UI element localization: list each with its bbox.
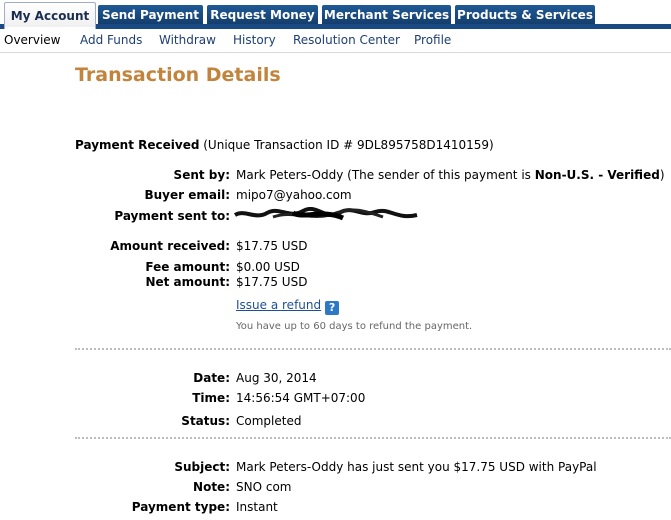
- sender-note-prefix: (The sender of this payment is: [347, 168, 535, 182]
- fee-amount-label: Fee amount:: [145, 260, 230, 274]
- tab-merchant-services-label: Merchant Services: [323, 8, 450, 22]
- transaction-id: (Unique Transaction ID # 9DL895758D14101…: [203, 138, 494, 152]
- amount-received-label: Amount received:: [110, 239, 230, 253]
- tab-my-account-label: My Account: [10, 9, 90, 23]
- sender-verification-status: Non-U.S. - Verified: [534, 168, 660, 182]
- tab-my-account[interactable]: My Account: [4, 2, 96, 30]
- tab-send-payment[interactable]: Send Payment: [98, 5, 203, 24]
- status-label: Status:: [181, 414, 230, 428]
- subnav-profile[interactable]: Profile: [414, 33, 451, 47]
- net-amount-value: $17.75 USD: [236, 275, 308, 289]
- section-divider: [75, 348, 671, 350]
- payment-type-value: Instant: [236, 500, 278, 514]
- net-amount-label: Net amount:: [145, 275, 230, 289]
- time-value: 14:56:54 GMT+07:00: [236, 391, 366, 405]
- transaction-summary: Payment Received (Unique Transaction ID …: [75, 138, 494, 152]
- subnav-history[interactable]: History: [233, 33, 276, 47]
- subnav-add-funds[interactable]: Add Funds: [80, 33, 142, 47]
- date-label: Date:: [193, 371, 230, 385]
- note-label: Note:: [193, 480, 230, 494]
- tab-request-money[interactable]: Request Money: [207, 5, 318, 24]
- page-title: Transaction Details: [75, 64, 281, 86]
- redacted-email-scribble: [233, 207, 418, 221]
- subnav-withdraw[interactable]: Withdraw: [159, 33, 216, 47]
- subnav-resolution-center[interactable]: Resolution Center: [293, 33, 400, 47]
- payment-sent-to-label: Payment sent to:: [114, 209, 230, 223]
- sent-by-value: Mark Peters-Oddy (The sender of this pay…: [236, 168, 665, 182]
- sent-by-label: Sent by:: [173, 168, 230, 182]
- help-icon[interactable]: ?: [325, 301, 340, 315]
- issue-refund-link[interactable]: Issue a refund: [236, 298, 321, 312]
- fee-amount-value: $0.00 USD: [236, 260, 300, 274]
- note-value: SNO com: [236, 480, 292, 494]
- buyer-email-value: mipo7@yahoo.com: [236, 188, 352, 202]
- tab-send-payment-label: Send Payment: [101, 8, 200, 22]
- status-value: Completed: [236, 414, 302, 428]
- time-label: Time:: [192, 391, 230, 405]
- subject-value: Mark Peters-Oddy has just sent you $17.7…: [236, 460, 597, 474]
- buyer-email-label: Buyer email:: [144, 188, 230, 202]
- sender-name: Mark Peters-Oddy: [236, 168, 344, 182]
- subnav-overview[interactable]: Overview: [4, 33, 61, 47]
- payment-received-label: Payment Received: [75, 138, 200, 152]
- section-divider: [75, 437, 671, 439]
- refund-row: Issue a refund?: [236, 298, 340, 315]
- tab-products-services[interactable]: Products & Services: [455, 5, 595, 24]
- refund-note: You have up to 60 days to refund the pay…: [236, 321, 473, 332]
- subject-label: Subject:: [174, 460, 230, 474]
- sub-navigation: Overview Add Funds Withdraw History Reso…: [0, 29, 671, 53]
- amount-received-value: $17.75 USD: [236, 239, 308, 253]
- tab-request-money-label: Request Money: [210, 8, 315, 22]
- main-tab-bar: My Account Send Payment Request Money Me…: [0, 0, 671, 31]
- payment-type-label: Payment type:: [131, 500, 230, 514]
- tab-merchant-services[interactable]: Merchant Services: [322, 5, 451, 24]
- sender-note-suffix: ): [659, 168, 665, 182]
- tab-products-services-label: Products & Services: [457, 8, 593, 22]
- date-value: Aug 30, 2014: [236, 371, 317, 385]
